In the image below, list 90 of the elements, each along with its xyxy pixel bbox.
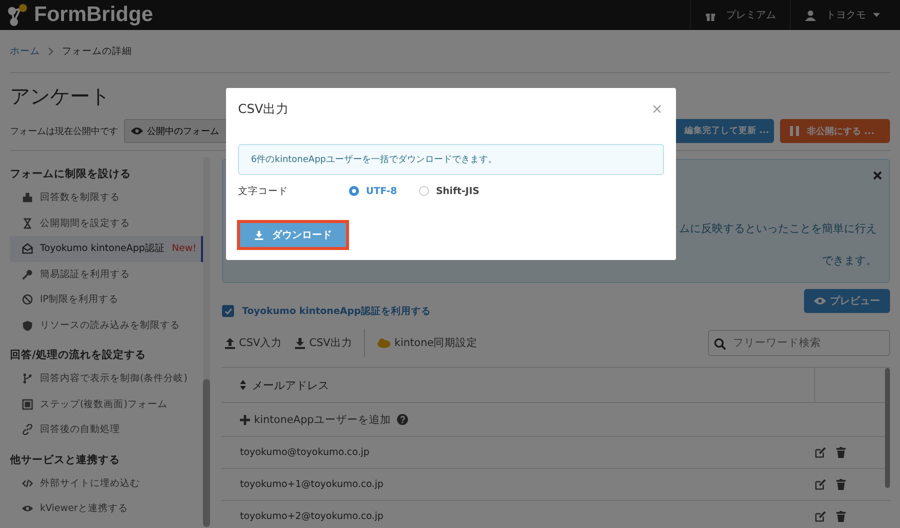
sort-icon: [240, 380, 246, 390]
info-text: できます。: [822, 253, 877, 268]
sidebar-item-label: Toyokumo kintoneApp認証: [40, 242, 165, 256]
add-user-button[interactable]: kintoneAppユーザーを追加: [240, 412, 391, 426]
sidebar-item[interactable]: 回答内容で表示を制御(条件分岐): [10, 366, 203, 392]
caret-icon: [873, 13, 880, 17]
key-icon: [22, 268, 33, 280]
sidebar-item[interactable]: 回答後の自動処理: [10, 417, 203, 442]
trash-icon[interactable]: [836, 447, 846, 458]
search-field[interactable]: フリーワード検索: [708, 330, 890, 356]
status-text: フォームは現在公開中です: [10, 126, 118, 138]
edit-icon[interactable]: [815, 479, 826, 490]
dialog-title: CSV出力: [238, 100, 290, 118]
envelope-icon: [22, 243, 33, 254]
sidebar-heading: 他サービスと連携する: [10, 452, 121, 468]
steps-icon: [22, 398, 33, 410]
chevron-icon: [48, 46, 54, 56]
column-header[interactable]: メールアドレス: [222, 368, 814, 402]
sidebar-item[interactable]: 簡易認証を利用する: [10, 262, 203, 287]
sidebar-item-label: 外部サイトに埋め込む: [40, 476, 140, 490]
sidebar-item-label: ステップ(複数画面)フォーム: [40, 398, 168, 411]
download-icon: [294, 337, 306, 349]
user-icon: [805, 10, 816, 20]
stamp-icon: [22, 192, 33, 204]
info-text: ムに反映するといったことを簡単に行え: [679, 221, 877, 236]
logo-text: FormBridge: [34, 3, 154, 27]
preview-button[interactable]: プレビュー: [804, 289, 890, 313]
email-cell-text: toyokumo+2@toyokumo.co.jp: [239, 510, 384, 524]
sidebar-heading: フォームに制限を設ける: [10, 167, 132, 182]
sidebar-item-label: 公開期間を設定する: [40, 216, 130, 230]
email-cell-text: toyokumo+1@toyokumo.co.jp: [239, 478, 384, 492]
email-cell-text: toyokumo@toyokumo.co.jp: [239, 446, 370, 460]
sidebar-item-label: 回答数を制限する: [40, 191, 120, 204]
csv-import-button[interactable]: CSV入力: [222, 336, 284, 350]
sidebar-item[interactable]: ステップ(複数画面)フォーム: [10, 392, 203, 417]
checkbox[interactable]: [222, 305, 234, 317]
csv-export-button[interactable]: CSV出力: [292, 336, 354, 350]
sidebar-item[interactable]: IP制限を利用する: [10, 287, 203, 312]
new-label: New!: [172, 243, 196, 254]
ban-icon: [22, 294, 33, 306]
sidebar-item-label: kViewerと連携する: [40, 502, 128, 516]
info-message: 6件のkintoneAppユーザーを一括でダウンロードできます。: [238, 144, 664, 175]
radio-button[interactable]: [418, 186, 429, 196]
logo-icon: [6, 3, 30, 27]
sidebar-item-label: 回答内容で表示を制御(条件分岐): [40, 372, 188, 386]
eye-icon: [131, 127, 143, 135]
premium-button[interactable]: プレミアム: [690, 0, 790, 30]
upload-icon: [224, 337, 236, 349]
pause-icon: [790, 126, 799, 136]
branch-icon: [22, 373, 33, 384]
sidebar-item[interactable]: 公開期間を設定する: [10, 210, 203, 236]
download-icon: [254, 230, 264, 240]
sidebar-item[interactable]: 回答数を制限する: [10, 185, 203, 210]
link-icon: [22, 424, 33, 436]
page-title: アンケート: [10, 83, 110, 110]
sidebar-item-label: 簡易認証を利用する: [40, 268, 130, 281]
eye-icon: [814, 297, 826, 305]
hourglass-icon: [22, 218, 33, 229]
encoding-option[interactable]: UTF-8: [349, 186, 397, 196]
edit-icon[interactable]: [815, 511, 826, 522]
close-icon[interactable]: [873, 171, 882, 180]
edit-icon[interactable]: [815, 447, 826, 458]
shield-icon: [22, 320, 33, 331]
cloud-icon: [377, 338, 392, 348]
breadcrumb-current: フォームの詳細: [62, 44, 132, 58]
user-menu[interactable]: トヨクモ: [790, 0, 894, 30]
sidebar-item-label: IP制限を利用する: [40, 293, 119, 306]
code-icon: [22, 478, 33, 489]
sidebar-item-label: 回答後の自動処理: [40, 423, 120, 436]
sidebar-item[interactable]: kViewerと連携する: [10, 496, 203, 522]
close-icon[interactable]: [653, 105, 661, 113]
enable-checkbox[interactable]: Toyokumo kintoneApp認証を利用する: [222, 304, 431, 318]
radio-button[interactable]: [349, 186, 359, 196]
sidebar-item-label: リソースの読み込みを制限する: [40, 318, 180, 332]
scrollbar-thumb[interactable]: [203, 379, 210, 527]
scrollbar-thumb[interactable]: [885, 368, 890, 488]
breadcrumb-link[interactable]: ホーム: [10, 44, 40, 58]
sidebar-heading: 回答/処理の流れを設定する: [10, 348, 147, 363]
trash-icon[interactable]: [836, 511, 846, 522]
plus-icon: [240, 414, 250, 424]
unpublish-button[interactable]: 非公開にする ...: [780, 119, 890, 143]
sync-settings-button[interactable]: kintone同期設定: [375, 336, 480, 350]
sidebar-item[interactable]: 外部サイトに埋め込む: [10, 470, 203, 496]
encoding-option[interactable]: Shift-JIS: [418, 186, 480, 196]
trash-icon[interactable]: [836, 479, 846, 490]
help-icon[interactable]: [396, 414, 408, 425]
download-button[interactable]: ダウンロード: [240, 223, 346, 247]
encoding-label: 文字コード: [238, 184, 289, 198]
sidebar-item[interactable]: リソースの読み込みを制限する: [10, 312, 203, 338]
sidebar-item[interactable]: Toyokumo kintoneApp認証 New!: [10, 236, 203, 262]
